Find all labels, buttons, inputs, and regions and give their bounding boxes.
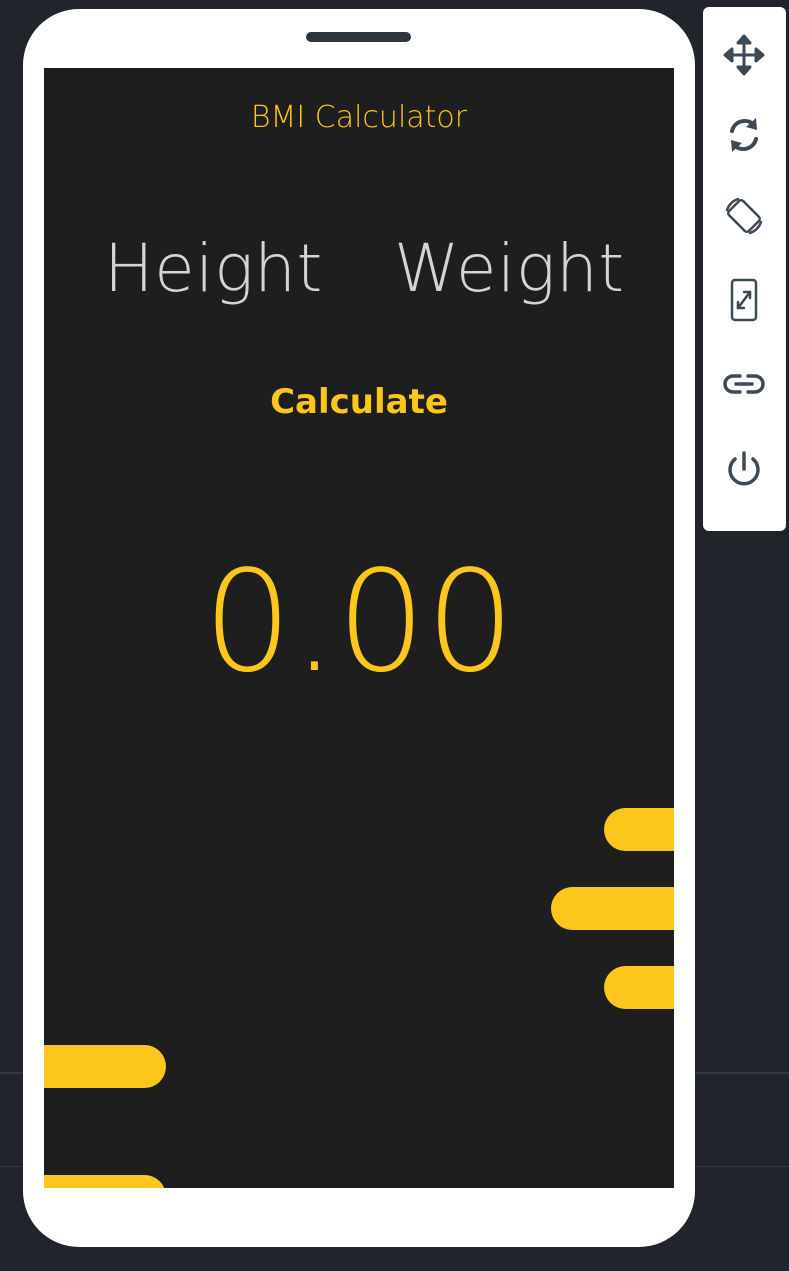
app-screen: BMI Calculator Height Weight Calculate 0… [44, 68, 674, 1188]
device-frame: BMI Calculator Height Weight Calculate 0… [23, 9, 695, 1247]
refresh-button[interactable] [719, 110, 769, 160]
resize-device-icon [730, 278, 758, 322]
weight-input[interactable]: Weight [394, 230, 625, 307]
height-input[interactable]: Height [104, 230, 323, 307]
calculate-button[interactable]: Calculate [44, 382, 674, 422]
decorative-bar [44, 1045, 166, 1088]
decorative-bar [551, 887, 674, 930]
move-icon [723, 34, 765, 76]
bmi-result: 0.00 [203, 541, 515, 704]
decorative-bar [604, 808, 674, 851]
decorative-bar [44, 1175, 166, 1188]
power-icon [728, 451, 760, 486]
emulator-toolbar [703, 7, 786, 531]
app-title: BMI Calculator [250, 100, 468, 135]
decorative-bar [604, 966, 674, 1009]
refresh-icon [730, 118, 758, 152]
move-button[interactable] [719, 30, 769, 80]
device-speaker [306, 32, 411, 42]
link-icon [723, 374, 765, 394]
link-button[interactable] [719, 359, 769, 409]
resize-device-button[interactable] [719, 275, 769, 325]
rotate-device-icon [725, 197, 763, 235]
power-button[interactable] [719, 445, 769, 495]
rotate-device-button[interactable] [719, 191, 769, 241]
